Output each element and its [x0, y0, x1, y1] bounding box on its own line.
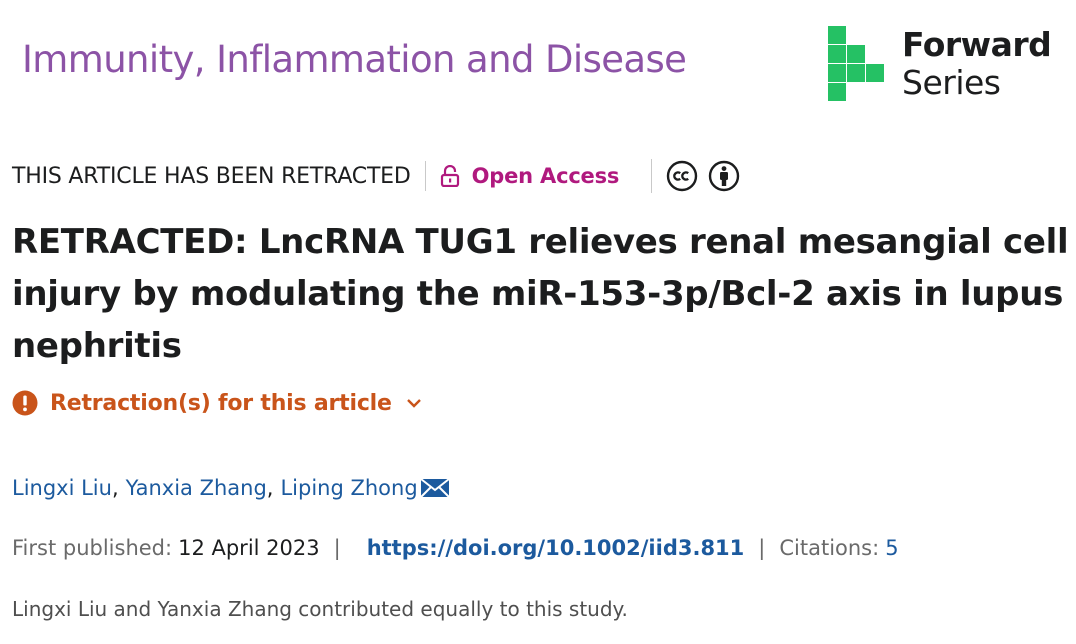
first-published-date: 12 April 2023 [178, 536, 320, 560]
citations-label: Citations: [779, 536, 880, 560]
author-list: Lingxi Liu, Yanxia Zhang, Liping Zhong [12, 476, 450, 500]
divider [651, 159, 653, 193]
equal-contribution-note: Lingxi Liu and Yanxia Zhang contributed … [12, 597, 628, 621]
license-icons[interactable] [666, 160, 740, 192]
article-title: RETRACTED: LncRNA TUG1 relieves renal me… [12, 222, 1069, 366]
creative-commons-icon[interactable] [666, 160, 698, 192]
article-status-bar: THIS ARTICLE HAS BEEN RETRACTED Open Acc… [12, 159, 740, 193]
citations-count-link[interactable]: 5 [885, 536, 898, 560]
journal-title[interactable]: Immunity, Inflammation and Disease [22, 38, 687, 81]
author-separator: , [266, 476, 274, 500]
forward-series-logo-icon [828, 26, 884, 101]
open-lock-icon [440, 165, 459, 187]
series-name-line1: Forward [902, 25, 1052, 64]
first-published-label: First published: [12, 536, 173, 560]
retraction-toggle[interactable]: Retraction(s) for this article [12, 390, 422, 416]
forward-series-logo[interactable]: Forward Series [828, 26, 1068, 106]
author-link[interactable]: Liping Zhong [280, 476, 417, 500]
envelope-icon[interactable] [419, 477, 450, 499]
publication-info: First published: 12 April 2023 | https:/… [12, 536, 899, 560]
chevron-down-icon[interactable] [406, 397, 422, 409]
open-access-label: Open Access [471, 164, 620, 188]
separator: | [758, 536, 766, 560]
author-link[interactable]: Lingxi Liu [12, 476, 112, 500]
separator: | [333, 536, 341, 560]
open-access-badge: Open Access [440, 164, 620, 188]
retracted-label: THIS ARTICLE HAS BEEN RETRACTED [12, 163, 411, 189]
divider [424, 161, 426, 191]
warning-icon [12, 390, 38, 416]
attribution-icon[interactable] [708, 160, 740, 192]
series-name-line2: Series [902, 63, 1001, 102]
retraction-label[interactable]: Retraction(s) for this article [50, 391, 392, 416]
author-separator: , [111, 476, 119, 500]
author-link[interactable]: Yanxia Zhang [126, 476, 267, 500]
doi-link[interactable]: https://doi.org/10.1002/iid3.811 [367, 536, 745, 560]
